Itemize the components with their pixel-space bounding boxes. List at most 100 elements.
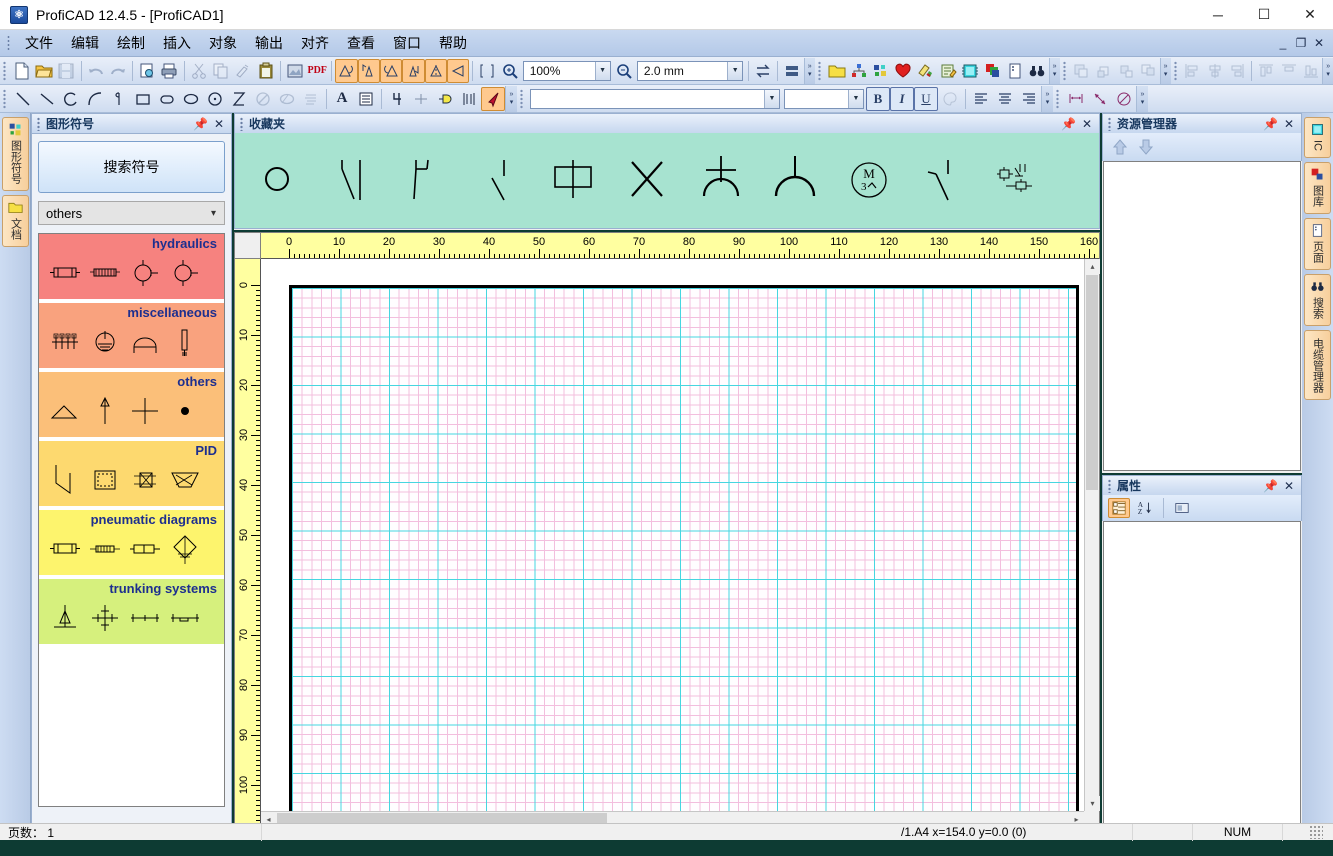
hidden-button[interactable] (275, 87, 299, 111)
send-to-back-button[interactable] (1093, 59, 1115, 83)
menu-item-insert[interactable]: 插入 (154, 30, 200, 56)
export-image-button[interactable] (284, 59, 306, 83)
mdi-restore-button[interactable]: ❐ (1293, 36, 1309, 50)
drawing-paper[interactable] (289, 285, 1079, 811)
page-button[interactable] (1004, 59, 1026, 83)
menu-grip[interactable] (5, 34, 13, 52)
pin-icon[interactable]: 📌 (1263, 480, 1278, 492)
rotate-left-button[interactable] (335, 58, 358, 83)
pid-zigzag-icon[interactable] (45, 460, 85, 500)
draw-toolbar-overflow[interactable]: » ▾ (505, 85, 517, 112)
colors-button[interactable] (915, 59, 937, 83)
up-arrow-icon[interactable] (85, 391, 125, 431)
split-view-button[interactable] (781, 59, 803, 83)
menu-item-object[interactable]: 对象 (200, 30, 246, 56)
ic-button[interactable] (959, 59, 981, 83)
font-size-combo[interactable]: ▼ (784, 88, 864, 109)
canvas-viewport[interactable] (261, 259, 1084, 811)
terminal-button[interactable] (433, 87, 457, 111)
dimension-toolbar-overflow[interactable]: » ▾ (1136, 85, 1148, 112)
undo-button[interactable] (84, 59, 106, 83)
earth-ground-circle-icon[interactable] (85, 322, 125, 362)
tab-library[interactable]: 图库 (1304, 162, 1331, 214)
pneumatic-single-cylinder-icon[interactable] (125, 529, 165, 569)
favorites-button[interactable] (892, 59, 914, 83)
chevron-down-icon[interactable]: ▼ (727, 61, 743, 80)
toolbar-overflow-button-3[interactable]: » ▾ (1159, 57, 1171, 84)
close-icon[interactable]: ✕ (1082, 118, 1092, 130)
netlist-button[interactable] (870, 59, 892, 83)
properties-grid[interactable] (1103, 521, 1301, 825)
paste-button[interactable] (255, 59, 277, 83)
menu-item-draw[interactable]: 绘制 (108, 30, 154, 56)
property-pages-button[interactable] (1171, 498, 1193, 518)
terminal-strip-icon[interactable] (45, 322, 85, 362)
tab-page[interactable]: 页面 (1304, 218, 1331, 270)
dimension-linear-button[interactable] (1064, 87, 1088, 111)
hourglass-tool-button[interactable] (227, 87, 251, 111)
hydraulic-valve-block-icon[interactable] (85, 253, 125, 293)
font-family-combo[interactable]: ▼ (530, 88, 780, 109)
vertical-scrollbar[interactable]: ▴ ▾ (1084, 259, 1100, 811)
hydraulic-motor-circle-icon[interactable] (165, 253, 205, 293)
hierarchy-button[interactable] (848, 59, 870, 83)
resource-list[interactable] (1103, 161, 1301, 471)
menu-item-align[interactable]: 对齐 (292, 30, 338, 56)
scroll-up-button[interactable]: ▴ (1085, 259, 1100, 274)
plus-cross-icon[interactable] (125, 391, 165, 431)
circle-lamp-icon[interactable] (251, 150, 303, 212)
hydraulic-cylinder-icon[interactable] (45, 253, 85, 293)
text-align-center-button[interactable] (993, 87, 1017, 111)
mdi-close-button[interactable]: ✕ (1311, 36, 1327, 50)
symbol-group-list[interactable]: hydraulics miscellaneous others PID pneu… (38, 233, 225, 807)
switch-no-contact-icon[interactable] (399, 150, 451, 212)
print-preview-button[interactable] (136, 59, 158, 83)
cross-x-icon[interactable] (621, 150, 673, 212)
rectangle-tool-button[interactable] (131, 87, 155, 111)
rounded-rectangle-tool-button[interactable] (155, 87, 179, 111)
trunking-straight-icon[interactable] (125, 598, 165, 638)
trunking-riser-icon[interactable] (45, 598, 85, 638)
text-align-right-button[interactable] (1017, 87, 1041, 111)
fill-color-button[interactable] (938, 87, 962, 111)
bold-button[interactable]: B (866, 86, 890, 111)
panel-grip[interactable] (1108, 478, 1113, 493)
mdi-minimize-button[interactable]: _ (1275, 36, 1291, 50)
move-up-button[interactable] (1109, 137, 1131, 157)
hatch-button[interactable] (299, 87, 323, 111)
panel-grip[interactable] (240, 116, 245, 131)
favorites-symbol-strip[interactable]: M3 (234, 133, 1100, 229)
zoom-in-button[interactable] (498, 59, 520, 83)
chevron-down-icon[interactable]: ▾ (211, 208, 224, 219)
toolbar-grip-3[interactable] (1062, 60, 1068, 81)
tab-documents[interactable]: 文档 (2, 195, 29, 247)
font-toolbar-overflow[interactable]: » ▾ (1041, 85, 1053, 112)
menu-item-view[interactable]: 查看 (338, 30, 384, 56)
polyline-tool-button[interactable] (35, 87, 59, 111)
motor-3phase-icon[interactable]: M3 (843, 150, 895, 212)
pin-icon[interactable]: 📌 (1061, 118, 1076, 130)
layers-button[interactable] (982, 59, 1004, 83)
switch-nc-contact-icon[interactable] (325, 150, 377, 212)
align-middle-button[interactable] (1277, 59, 1299, 83)
angle-triangle-icon[interactable] (45, 391, 85, 431)
antenna-arc-icon[interactable] (695, 150, 747, 212)
chevron-down-icon[interactable]: ▼ (764, 89, 779, 108)
trunking-cross-icon[interactable] (85, 598, 125, 638)
menu-item-file[interactable]: 文件 (16, 30, 62, 56)
library-button[interactable] (825, 59, 847, 83)
toolbar-grip-2[interactable] (817, 60, 823, 81)
horizontal-ruler[interactable]: 0 10 20 30 40 50 60 70 80 90 100 110 120 130 140 150 160 (261, 233, 1099, 259)
align-left-button[interactable] (1181, 59, 1203, 83)
menu-item-output[interactable]: 输出 (246, 30, 292, 56)
symbol-group-pneumatic[interactable]: pneumatic diagrams (39, 510, 224, 575)
alphabetical-sort-button[interactable]: AZ (1134, 498, 1156, 518)
zoom-out-button[interactable] (613, 59, 635, 83)
symbol-group-trunking[interactable]: trunking systems (39, 579, 224, 644)
search-symbol-button[interactable]: 搜索符号 (38, 141, 225, 193)
align-top-button[interactable] (1255, 59, 1277, 83)
no-fill-button[interactable] (251, 87, 275, 111)
maximize-button[interactable]: ☐ (1241, 0, 1287, 30)
chevron-down-icon[interactable]: ▼ (594, 61, 610, 80)
vertical-scroll-thumb[interactable] (1086, 275, 1098, 490)
